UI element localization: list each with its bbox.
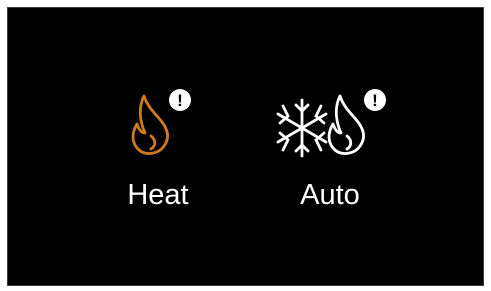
mode-panel: ! Heat ! Auto xyxy=(7,7,484,286)
heat-mode-label: Heat xyxy=(127,179,189,211)
alert-badge-icon: ! xyxy=(364,89,386,111)
alert-glyph: ! xyxy=(372,91,378,110)
flame-icon xyxy=(131,94,169,155)
snowflake-icon xyxy=(276,98,328,158)
alert-glyph: ! xyxy=(177,91,183,110)
snowflake-flame-alert-icon: ! xyxy=(276,89,386,158)
alert-badge-icon: ! xyxy=(169,89,191,111)
flame-alert-icon: ! xyxy=(131,89,191,155)
auto-mode-button[interactable]: ! Auto xyxy=(266,86,394,218)
auto-mode-label: Auto xyxy=(300,179,360,211)
heat-mode-button[interactable]: ! Heat xyxy=(108,86,208,218)
flame-icon xyxy=(327,94,365,155)
